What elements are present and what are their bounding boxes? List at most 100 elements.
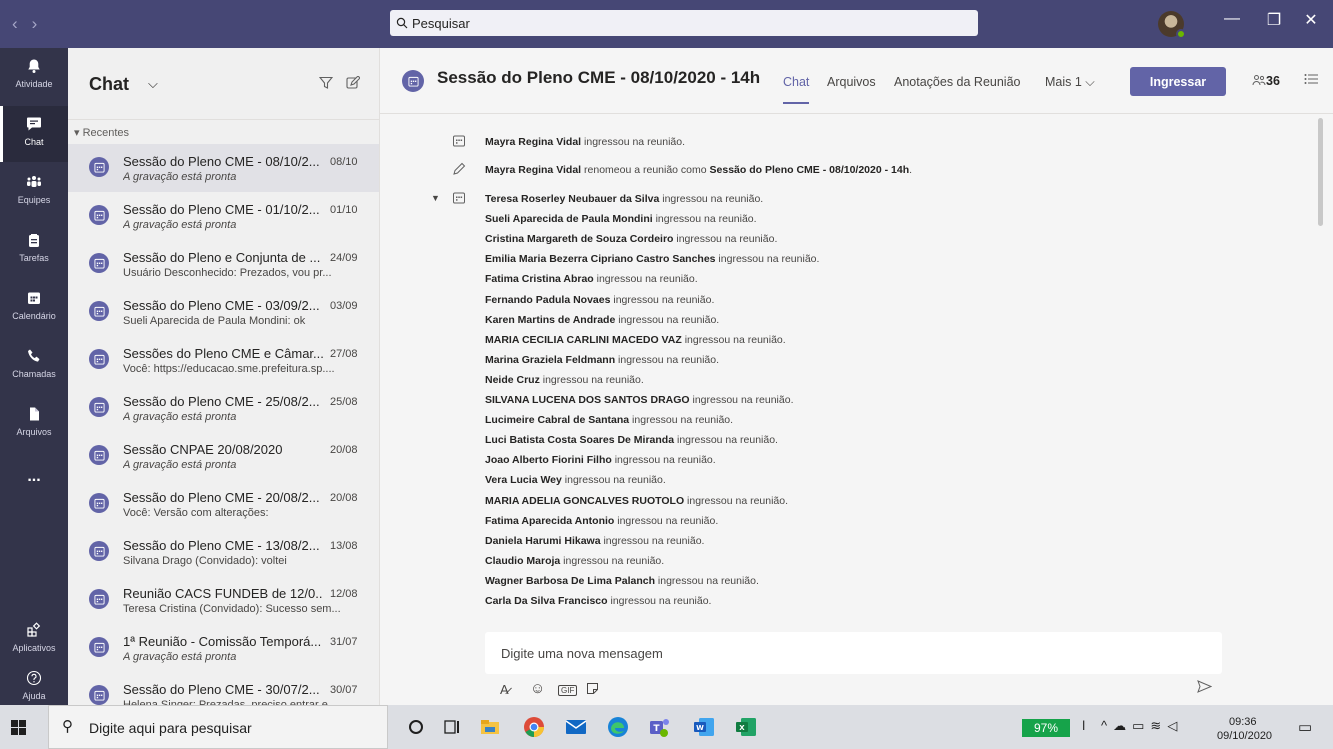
chat-item-date: 08/10 bbox=[330, 156, 358, 168]
calendar-icon bbox=[93, 642, 105, 653]
rail-label: Ajuda bbox=[22, 691, 46, 701]
rail-item-calendario[interactable]: Calendário bbox=[0, 280, 68, 336]
chat-list-item[interactable]: Sessão CNPAE 20/08/2020 20/08 A gravação e… bbox=[68, 432, 379, 480]
close-button[interactable]: ✕ bbox=[1297, 10, 1325, 30]
forward-arrow-icon[interactable]: › bbox=[32, 14, 52, 33]
volume-icon[interactable]: ◁ bbox=[1167, 718, 1183, 733]
taskbar-search-input[interactable]: ⚲ Digite aqui para pesquisar bbox=[48, 705, 388, 749]
back-arrow-icon[interactable]: ‹ bbox=[12, 14, 32, 33]
apps-icon bbox=[27, 622, 41, 637]
rail-item-arquivos[interactable]: Arquivos bbox=[0, 396, 68, 452]
event-name: Emilia Maria Bezerra Cipriano Castro San… bbox=[485, 253, 716, 266]
chat-list-item[interactable]: Sessão do Pleno CME - 20/08/2... 20/08 Voc… bbox=[68, 480, 379, 528]
emoji-icon[interactable]: ☺ bbox=[530, 680, 545, 697]
event-name: Karen Martins de Andrade bbox=[485, 313, 616, 326]
onedrive-icon[interactable]: ☁ bbox=[1113, 718, 1132, 733]
wifi-icon[interactable]: ≋ bbox=[1150, 718, 1167, 733]
mail-icon[interactable] bbox=[564, 715, 588, 739]
message-input[interactable]: Digite uma nova mensagem bbox=[485, 632, 1222, 674]
rail-item-tarefas[interactable]: Tarefas bbox=[0, 222, 68, 278]
meeting-avatar bbox=[89, 445, 109, 465]
phone-icon bbox=[28, 349, 40, 362]
notification-icon[interactable]: ▭ bbox=[1298, 718, 1312, 736]
teams-taskbar-icon[interactable]: T bbox=[648, 715, 672, 739]
excel-icon[interactable]: X bbox=[734, 715, 758, 739]
chat-list-item[interactable]: Sessão do Pleno CME - 03/09/2... 03/09 Sue… bbox=[68, 288, 379, 336]
chat-list-title[interactable]: Chat bbox=[89, 74, 129, 95]
chat-list-item[interactable]: Sessões do Pleno CME e Câmar... 27/08 Você… bbox=[68, 336, 379, 384]
sticker-icon[interactable] bbox=[586, 682, 599, 695]
event-join: Fernando Padula Novaes ingressou na reun… bbox=[485, 294, 714, 306]
event-join: MARIA CECILIA CARLINI MACEDO VAZ ingress… bbox=[485, 334, 786, 346]
rail-label: Tarefas bbox=[19, 253, 49, 263]
plug-icon: ǀ bbox=[1082, 718, 1092, 733]
chevron-up-icon[interactable]: ^ bbox=[1101, 718, 1113, 733]
chat-item-name: Sessão do Pleno CME - 01/10/2... bbox=[123, 202, 320, 217]
tab-arquivos[interactable]: Arquivos bbox=[827, 75, 876, 89]
battery-indicator[interactable]: 97% bbox=[1022, 719, 1070, 737]
chat-list-item[interactable]: Sessão do Pleno CME - 13/08/2... 13/08 Sil… bbox=[68, 528, 379, 576]
restore-button[interactable]: ❐ bbox=[1260, 10, 1288, 30]
minimize-button[interactable]: — bbox=[1218, 10, 1246, 28]
filter-icon[interactable] bbox=[319, 76, 333, 90]
meeting-join-icon bbox=[453, 192, 465, 204]
event-join: Vera Lucia Wey ingressou na reunião. bbox=[485, 474, 666, 486]
rail-label: Equipes bbox=[17, 195, 51, 205]
history-nav[interactable]: ‹› bbox=[12, 14, 51, 34]
user-avatar[interactable] bbox=[1158, 11, 1186, 39]
event-text: ingressou na reunião. bbox=[629, 414, 734, 427]
clock-date[interactable]: 09/10/2020 bbox=[1217, 730, 1272, 742]
gif-icon[interactable]: GIF bbox=[558, 685, 578, 696]
format-icon[interactable]: A̷ bbox=[500, 682, 509, 697]
event-join: Teresa Roserley Neubauer da Silva ingres… bbox=[485, 193, 763, 205]
cortana-icon[interactable] bbox=[404, 715, 428, 739]
scrollbar-thumb[interactable] bbox=[1318, 118, 1323, 226]
battery-icon[interactable]: ▭ bbox=[1132, 718, 1150, 733]
meeting-title: Sessão do Pleno CME - 08/10/2020 - 14h bbox=[437, 68, 761, 87]
title-bar: ‹› Pesquisar — ❐ ✕ bbox=[0, 0, 1333, 48]
chat-item-name: Sessão CNPAE 20/08/2020 bbox=[123, 442, 283, 457]
file-explorer-icon[interactable] bbox=[478, 715, 502, 739]
chat-list-item[interactable]: Sessão do Pleno CME - 25/08/2... 25/08 A g… bbox=[68, 384, 379, 432]
event-name: Lucimeire Cabral de Santana bbox=[485, 414, 630, 427]
participants-button[interactable]: 36 bbox=[1252, 74, 1280, 88]
event-name: SILVANA LUCENA DOS SANTOS DRAGO bbox=[485, 394, 690, 406]
rail-item-chamadas[interactable]: Chamadas bbox=[0, 338, 68, 394]
task-view-icon[interactable] bbox=[440, 715, 464, 739]
windows-taskbar: ⚲ Digite aqui para pesquisar T W X 97% ǀ… bbox=[0, 705, 1333, 749]
meeting-avatar bbox=[89, 493, 109, 513]
rail-item-mais[interactable]: ... bbox=[0, 452, 68, 508]
chat-list-item[interactable]: Sessão do Pleno CME - 01/10/2... 01/10 A g… bbox=[68, 192, 379, 240]
meeting-details-icon[interactable] bbox=[1304, 73, 1318, 85]
tab-mais[interactable]: Mais 1 ⌵ bbox=[1045, 75, 1095, 90]
windows-start-icon[interactable] bbox=[11, 720, 26, 735]
new-chat-icon[interactable] bbox=[346, 76, 360, 90]
rail-item-chat[interactable]: Chat bbox=[0, 106, 68, 162]
event-name: Claudio Maroja bbox=[485, 554, 561, 567]
chat-item-date: 25/08 bbox=[330, 396, 358, 408]
chat-item-preview: A gravação está pronta bbox=[123, 459, 237, 471]
chat-list-item[interactable]: Reunião CACS FUNDEB de 12/0... 12/08 Teres… bbox=[68, 576, 379, 624]
search-input[interactable]: Pesquisar bbox=[390, 10, 978, 36]
tab-anotacoes[interactable]: Anotações da Reunião bbox=[894, 75, 1020, 89]
edge-icon[interactable] bbox=[606, 715, 630, 739]
system-tray-icons[interactable]: ǀ ^☁▭≋◁ bbox=[1082, 718, 1183, 734]
chat-list-item[interactable]: Sessão do Pleno CME - 08/10/2... 08/10 A g… bbox=[68, 144, 379, 192]
recent-section-label[interactable]: ▾ Recentes bbox=[74, 126, 129, 139]
chat-item-name: Sessão do Pleno e Conjunta de ... bbox=[123, 250, 321, 265]
rail-item-atividade[interactable]: Atividade bbox=[0, 48, 68, 104]
chat-list-item[interactable]: 1ª Reunião - Comissão Temporá... 31/07 A g… bbox=[68, 624, 379, 672]
rail-item-equipes[interactable]: Equipes bbox=[0, 164, 68, 220]
event-join: Daniela Harumi Hikawa ingressou na reuni… bbox=[485, 535, 704, 547]
rail-label: Chat bbox=[24, 137, 44, 147]
join-button[interactable]: Ingressar bbox=[1130, 67, 1226, 96]
chevron-down-icon[interactable]: ⌵ bbox=[148, 76, 158, 92]
tab-chat[interactable]: Chat bbox=[783, 75, 810, 104]
chrome-icon[interactable] bbox=[522, 715, 546, 739]
message-list[interactable]: Mayra Regina Vidal ingressou na reunião.… bbox=[380, 114, 1333, 611]
word-icon[interactable]: W bbox=[692, 715, 716, 739]
chat-list-item[interactable]: Sessão do Pleno e Conjunta de ... 24/09 Us… bbox=[68, 240, 379, 288]
send-icon[interactable] bbox=[1197, 680, 1212, 693]
collapse-caret-icon[interactable]: ▼ bbox=[431, 193, 440, 203]
clock-time[interactable]: 09:36 bbox=[1229, 716, 1257, 728]
